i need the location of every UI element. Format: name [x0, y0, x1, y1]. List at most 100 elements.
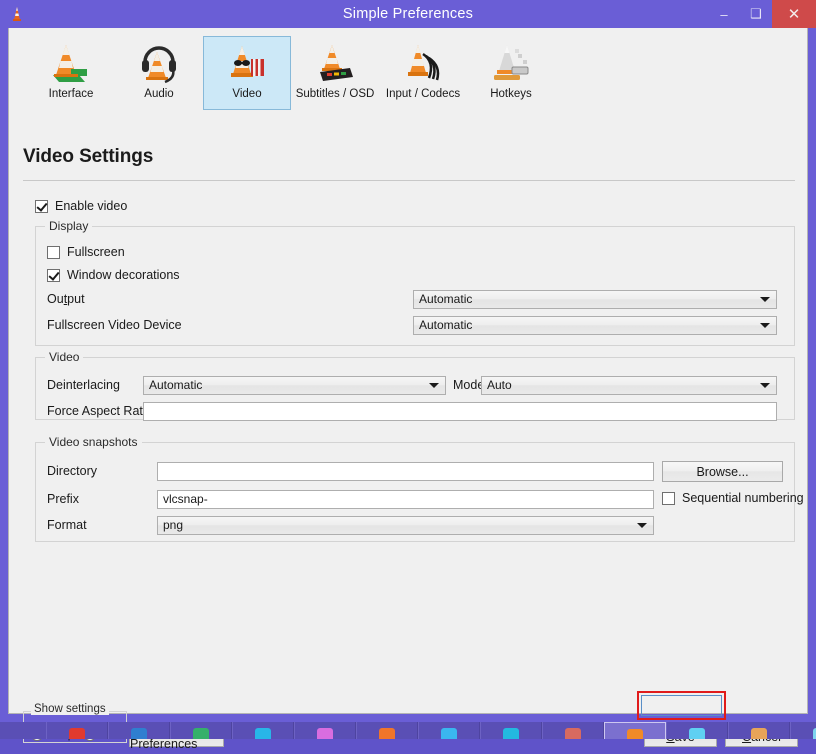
windows-taskbar [0, 722, 816, 739]
enable-video-checkbox[interactable]: Enable video [35, 199, 127, 213]
fullscreen-label: Fullscreen [67, 245, 125, 259]
minimize-icon: – [720, 6, 728, 22]
tab-input-codecs[interactable]: Input / Codecs [379, 36, 467, 110]
enable-video-label: Enable video [55, 199, 128, 213]
chevron-down-icon [760, 297, 770, 302]
tab-video-label: Video [232, 88, 262, 100]
tab-video[interactable]: Video [203, 36, 291, 110]
taskbar-item-9[interactable] [542, 722, 604, 739]
video-snapshots-group-title: Video snapshots [45, 435, 142, 449]
force-aspect-ratio-label: Force Aspect Ratio [47, 404, 153, 418]
browse-button-label: Browse... [696, 464, 749, 479]
vlc-input-codecs-icon [408, 45, 440, 81]
output-label-prefix: Ou [47, 292, 64, 306]
vlc-audio-headphones-icon [142, 46, 176, 84]
taskbar-app-icon [379, 728, 395, 739]
page-title: Video Settings [23, 146, 154, 167]
taskbar-item-1[interactable] [46, 722, 108, 739]
snapshot-prefix-input[interactable]: vlcsnap- [157, 490, 654, 509]
close-button[interactable]: ✕ [772, 0, 816, 28]
taskbar-app-icon [751, 728, 767, 739]
taskbar-item-13[interactable] [790, 722, 816, 739]
taskbar-item-8[interactable] [480, 722, 542, 739]
preferences-toolbar: Interface Audio Video Subtitles / OSD In… [9, 32, 807, 110]
taskbar-item-3[interactable] [170, 722, 232, 739]
tab-audio-label: Audio [144, 88, 174, 100]
deinterlacing-value: Automatic [149, 378, 203, 392]
fullscreen-video-device-combo[interactable]: Automatic [413, 316, 777, 335]
tab-interface[interactable]: Interface [27, 36, 115, 110]
deinterlacing-label: Deinterlacing [47, 378, 120, 392]
enable-video-check-icon [35, 199, 48, 213]
taskbar-app-icon [565, 728, 581, 739]
display-group-title: Display [45, 219, 93, 233]
taskbar-app-icon [193, 728, 209, 739]
taskbar-item-6[interactable] [356, 722, 418, 739]
mode-value: Auto [487, 378, 512, 392]
taskbar-app-icon [627, 729, 643, 739]
window-decorations-label: Window decorations [67, 268, 180, 282]
tab-subtitles-label: Subtitles / OSD [295, 88, 375, 100]
force-aspect-ratio-input[interactable] [143, 402, 777, 421]
deinterlacing-combo[interactable]: Automatic [143, 376, 446, 395]
snapshot-directory-input[interactable] [157, 462, 654, 481]
client-area: Interface Audio Video Subtitles / OSD In… [8, 28, 808, 751]
output-combo[interactable]: Automatic [413, 290, 777, 309]
prefix-label: Prefix [47, 492, 79, 506]
tab-hotkeys[interactable]: Hotkeys [467, 36, 555, 110]
mode-label: Mode [453, 378, 485, 392]
snapshot-prefix-value: vlcsnap- [163, 492, 208, 506]
fullscreen-video-device-label: Fullscreen Video Device [47, 318, 182, 332]
minimize-button[interactable]: – [708, 0, 740, 28]
vlc-interface-icon [53, 45, 87, 82]
preferences-window: Simple Preferences – ❑ ✕ Interface Audio… [0, 0, 816, 751]
snapshot-format-combo[interactable]: png [157, 516, 654, 535]
close-icon: ✕ [787, 6, 801, 23]
fullscreen-check-icon [47, 245, 60, 259]
sequential-numbering-check-icon [662, 491, 675, 505]
tab-hotkeys-label: Hotkeys [490, 88, 532, 100]
snapshot-format-value: png [163, 518, 184, 532]
chevron-down-icon [429, 383, 439, 388]
chevron-down-icon [637, 523, 647, 528]
tab-interface-label: Interface [48, 88, 94, 100]
taskbar-app-icon [317, 728, 333, 739]
vlc-video-icon [231, 46, 264, 77]
taskbar-app-icon [441, 728, 457, 739]
video-group-title: Video [45, 350, 84, 364]
vlc-hotkeys-icon [494, 45, 529, 80]
taskbar-app-icon [255, 728, 271, 739]
sequential-numbering-label: Sequential numbering [682, 491, 804, 505]
video-settings-panel: Enable video Display Fullscreen Window d… [9, 188, 807, 688]
maximize-button[interactable]: ❑ [740, 0, 772, 28]
taskbar-app-icon [69, 728, 85, 739]
chevron-down-icon [760, 383, 770, 388]
taskbar-item-vlc[interactable] [604, 722, 666, 739]
vlc-subtitles-icon [320, 45, 353, 81]
output-label-suffix: put [67, 292, 85, 306]
window-decorations-checkbox[interactable]: Window decorations [47, 268, 180, 282]
taskbar-item-2[interactable] [108, 722, 170, 739]
window-title: Simple Preferences [342, 6, 474, 22]
tab-subtitles[interactable]: Subtitles / OSD [291, 36, 379, 110]
fullscreen-checkbox[interactable]: Fullscreen [47, 245, 125, 259]
taskbar-item-7[interactable] [418, 722, 480, 739]
taskbar-item-11[interactable] [666, 722, 728, 739]
tab-audio[interactable]: Audio [115, 36, 203, 110]
output-label: Output [47, 292, 85, 306]
window-decorations-check-icon [47, 268, 60, 282]
taskbar-item-12[interactable] [728, 722, 790, 739]
taskbar-app-icon [689, 728, 705, 739]
taskbar-item-4[interactable] [232, 722, 294, 739]
sequential-numbering-checkbox[interactable]: Sequential numbering [662, 491, 804, 505]
tab-input-codecs-label: Input / Codecs [385, 88, 461, 100]
title-bar[interactable]: Simple Preferences – ❑ ✕ [0, 0, 816, 28]
directory-label: Directory [47, 464, 98, 478]
format-label: Format [47, 518, 87, 532]
taskbar-app-icon [503, 728, 519, 739]
taskbar-item-5[interactable] [294, 722, 356, 739]
maximize-icon: ❑ [750, 6, 762, 21]
browse-button[interactable]: Browse... [662, 461, 783, 482]
mode-combo[interactable]: Auto [481, 376, 777, 395]
output-value: Automatic [419, 292, 473, 306]
